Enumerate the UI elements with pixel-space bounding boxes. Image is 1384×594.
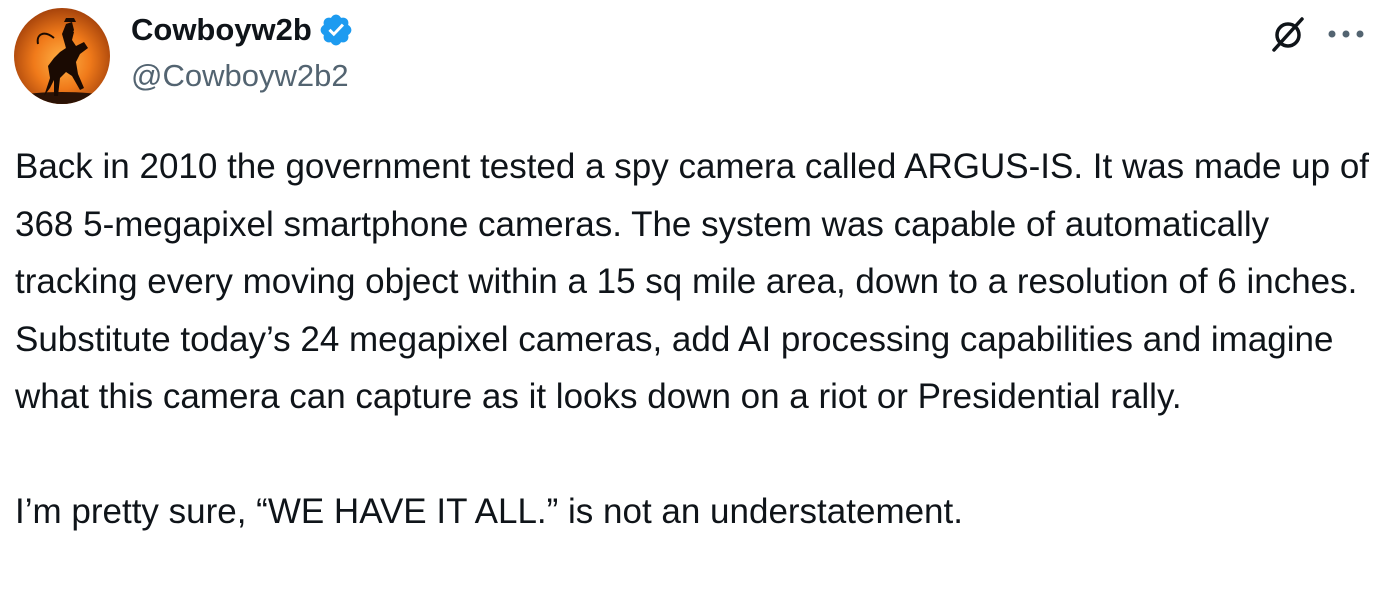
author-block: Cowboyw2b @Cowboyw2b2 bbox=[131, 10, 354, 96]
handle[interactable]: @Cowboyw2b2 bbox=[131, 56, 354, 96]
tweet-text: Back in 2010 the government tested a spy… bbox=[15, 138, 1380, 541]
more-dots-icon[interactable] bbox=[1322, 12, 1370, 56]
grok-icon[interactable] bbox=[1266, 12, 1310, 56]
tweet-paragraph-2: I’m pretty sure, “WE HAVE IT ALL.” is no… bbox=[15, 492, 963, 531]
display-name[interactable]: Cowboyw2b bbox=[131, 10, 312, 50]
tweet-card: Cowboyw2b @Cowboyw2b2 Back in 2010 the g… bbox=[0, 0, 1384, 594]
avatar[interactable] bbox=[14, 8, 110, 104]
verified-badge-icon[interactable] bbox=[318, 12, 354, 48]
tweet-top-actions bbox=[1266, 12, 1370, 56]
name-row: Cowboyw2b bbox=[131, 10, 354, 50]
avatar-image bbox=[14, 8, 110, 104]
tweet-paragraph-1: Back in 2010 the government tested a spy… bbox=[15, 147, 1379, 416]
